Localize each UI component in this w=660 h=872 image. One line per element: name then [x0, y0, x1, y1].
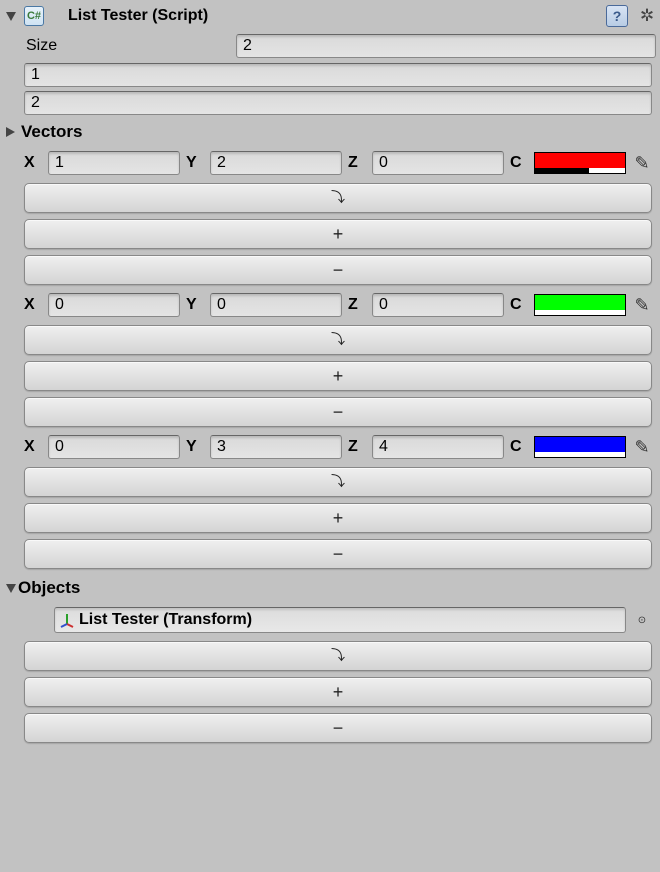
object-label: List Tester (Transform) — [79, 611, 252, 629]
remove-button[interactable]: − — [24, 255, 652, 285]
y-input[interactable] — [210, 293, 342, 317]
y-label: Y — [186, 438, 204, 456]
z-label: Z — [348, 154, 366, 172]
objects-label: Objects — [18, 578, 80, 598]
list-item — [24, 91, 652, 115]
c-label: C — [510, 296, 528, 314]
script-icon: C# — [24, 6, 44, 26]
vectors-label: Vectors — [21, 122, 82, 142]
x-input[interactable] — [48, 293, 180, 317]
gear-icon[interactable]: ✲ — [638, 7, 656, 25]
object-field[interactable]: List Tester (Transform) — [54, 607, 626, 633]
duplicate-button[interactable]: ⤵ — [24, 325, 652, 355]
color-field[interactable] — [534, 436, 626, 458]
x-input[interactable] — [48, 435, 180, 459]
x-input[interactable] — [48, 151, 180, 175]
duplicate-button[interactable]: ⤵ — [24, 467, 652, 497]
x-label: X — [24, 296, 42, 314]
x-label: X — [24, 154, 42, 172]
y-input[interactable] — [210, 151, 342, 175]
z-input[interactable] — [372, 293, 504, 317]
vector-row: X Y Z C ✎ — [24, 149, 652, 177]
duplicate-icon: ⤵ — [331, 329, 345, 349]
list-item-input[interactable] — [24, 91, 652, 115]
help-icon[interactable]: ? — [606, 5, 628, 27]
plus-icon: + — [333, 366, 344, 387]
c-label: C — [510, 438, 528, 456]
object-row: List Tester (Transform) ⊙ — [54, 605, 652, 635]
plus-icon: + — [333, 508, 344, 529]
duplicate-button[interactable]: ⤵ — [24, 183, 652, 213]
list-tester-component: C# List Tester (Script) ? ✲ Size Vectors… — [0, 0, 660, 743]
objects-heading[interactable]: Objects — [6, 575, 656, 601]
z-input[interactable] — [372, 151, 504, 175]
size-label: Size — [22, 37, 236, 55]
remove-button[interactable]: − — [24, 397, 652, 427]
list-item-input[interactable] — [24, 63, 652, 87]
vector-row: X Y Z C ✎ — [24, 433, 652, 461]
object-picker-icon[interactable]: ⊙ — [632, 610, 652, 630]
x-label: X — [24, 438, 42, 456]
foldout-toggle-icon[interactable] — [6, 12, 16, 21]
vectors-heading[interactable]: Vectors — [6, 119, 656, 145]
duplicate-button[interactable]: ⤵ — [24, 641, 652, 671]
size-row: Size — [22, 33, 656, 59]
color-field[interactable] — [534, 152, 626, 174]
y-input[interactable] — [210, 435, 342, 459]
remove-button[interactable]: − — [24, 713, 652, 743]
add-button[interactable]: + — [24, 219, 652, 249]
size-input[interactable] — [236, 34, 656, 58]
list-item — [24, 63, 652, 87]
y-label: Y — [186, 296, 204, 314]
duplicate-icon: ⤵ — [331, 471, 345, 491]
duplicate-icon: ⤵ — [331, 645, 345, 665]
component-title: List Tester (Script) — [50, 7, 600, 25]
z-label: Z — [348, 438, 366, 456]
remove-button[interactable]: − — [24, 539, 652, 569]
y-label: Y — [186, 154, 204, 172]
z-label: Z — [348, 296, 366, 314]
chevron-down-icon — [6, 584, 16, 593]
minus-icon: − — [333, 260, 344, 281]
c-label: C — [510, 154, 528, 172]
z-input[interactable] — [372, 435, 504, 459]
transform-icon — [59, 612, 75, 628]
add-button[interactable]: + — [24, 361, 652, 391]
eyedropper-icon[interactable]: ✎ — [632, 435, 652, 459]
eyedropper-icon[interactable]: ✎ — [632, 151, 652, 175]
minus-icon: − — [333, 718, 344, 739]
duplicate-icon: ⤵ — [331, 187, 345, 207]
plus-icon: + — [333, 682, 344, 703]
vector-row: X Y Z C ✎ — [24, 291, 652, 319]
minus-icon: − — [333, 544, 344, 565]
component-header: C# List Tester (Script) ? ✲ — [4, 2, 656, 30]
eyedropper-icon[interactable]: ✎ — [632, 293, 652, 317]
chevron-right-icon — [6, 127, 15, 137]
plus-icon: + — [333, 224, 344, 245]
add-button[interactable]: + — [24, 677, 652, 707]
minus-icon: − — [333, 402, 344, 423]
color-field[interactable] — [534, 294, 626, 316]
add-button[interactable]: + — [24, 503, 652, 533]
